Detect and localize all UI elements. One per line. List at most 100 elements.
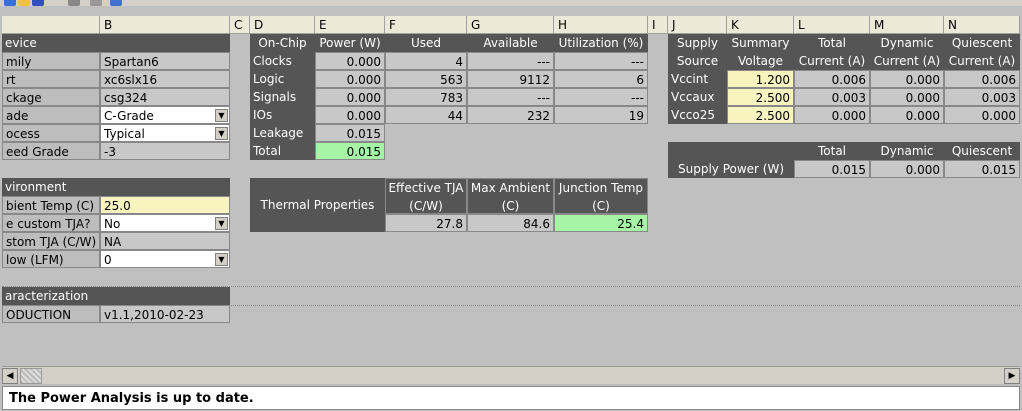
ambient-temp-input[interactable]: 25.0 — [100, 196, 230, 214]
onchip-leakage-label: Leakage — [250, 124, 315, 142]
column-header-f[interactable]: F — [385, 16, 467, 34]
onchip-row-available[interactable]: 232 — [467, 106, 554, 124]
thermal-tja-header-line2: (C/W) — [409, 199, 443, 213]
voltage-subheader: Voltage — [727, 52, 794, 70]
onchip-row-name: Clocks — [250, 52, 315, 70]
onchip-used-header: Used — [385, 34, 467, 52]
onchip-row-power[interactable]: 0.000 — [315, 70, 385, 88]
column-header-e[interactable]: E — [315, 16, 385, 34]
column-header-a[interactable] — [2, 16, 100, 34]
supply-power-total-header: Total — [794, 142, 870, 160]
onchip-leakage-power[interactable]: 0.015 — [315, 124, 385, 142]
supply-dynamic-current[interactable]: 0.000 — [870, 70, 944, 88]
onchip-row-available[interactable]: 9112 — [467, 70, 554, 88]
device-family-label: mily — [2, 52, 100, 70]
chevron-down-icon[interactable]: ▼ — [215, 127, 228, 140]
column-header-j[interactable]: J — [668, 16, 727, 34]
onchip-total-power[interactable]: 0.015 — [315, 142, 385, 160]
column-header-g[interactable]: G — [467, 16, 554, 34]
device-package-label: ckage — [2, 88, 100, 106]
supply-total-current[interactable]: 0.000 — [794, 106, 870, 124]
onchip-row-utilization[interactable]: --- — [554, 88, 648, 106]
onchip-available-header: Available — [467, 34, 554, 52]
column-header-c[interactable]: C — [230, 16, 250, 34]
thermal-junction-temp-value[interactable]: 25.4 — [554, 214, 648, 232]
onchip-row-power[interactable]: 0.000 — [315, 88, 385, 106]
dynamic-header: Dynamic — [870, 34, 944, 52]
process-dropdown[interactable]: Typical ▼ — [100, 124, 230, 142]
supply-voltage-input[interactable]: 2.500 — [727, 106, 794, 124]
device-part-label: rt — [2, 70, 100, 88]
onchip-row-used[interactable]: 44 — [385, 106, 467, 124]
supply-power-total[interactable]: 0.015 — [794, 160, 870, 178]
onchip-row-power[interactable]: 0.000 — [315, 106, 385, 124]
onchip-row-name: Signals — [250, 88, 315, 106]
scroll-left-icon[interactable]: ◀ — [2, 368, 18, 384]
supply-power-dynamic[interactable]: 0.000 — [870, 160, 944, 178]
column-header-k[interactable]: K — [727, 16, 794, 34]
column-header-n[interactable]: N — [944, 16, 1020, 34]
thermal-tja-value[interactable]: 27.8 — [385, 214, 467, 232]
onchip-utilization-header: Utilization (%) — [554, 34, 648, 52]
supply-power-quiescent[interactable]: 0.015 — [944, 160, 1020, 178]
onchip-row-available[interactable]: --- — [467, 52, 554, 70]
characterization-value[interactable]: v1.1,2010-02-23 — [100, 305, 230, 323]
custom-tja-value[interactable]: NA — [100, 232, 230, 250]
chevron-down-icon[interactable]: ▼ — [215, 253, 228, 266]
quiescent-header: Quiescent — [944, 34, 1020, 52]
supply-quiescent-current[interactable]: 0.000 — [944, 106, 1020, 124]
column-header-i[interactable]: I — [648, 16, 668, 34]
onchip-row-utilization[interactable]: --- — [554, 52, 648, 70]
column-header-l[interactable]: L — [794, 16, 870, 34]
device-package-value[interactable]: csg324 — [100, 88, 230, 106]
onchip-row-utilization[interactable]: 19 — [554, 106, 648, 124]
supply-dynamic-current[interactable]: 0.000 — [870, 88, 944, 106]
chevron-down-icon[interactable]: ▼ — [215, 109, 228, 122]
airflow-dropdown[interactable]: 0 ▼ — [100, 250, 230, 268]
horizontal-scrollbar[interactable]: ◀ ▶ — [2, 366, 1020, 384]
supply-voltage-input[interactable]: 1.200 — [727, 70, 794, 88]
supply-total-current[interactable]: 0.003 — [794, 88, 870, 106]
thermal-max-ambient-value[interactable]: 84.6 — [467, 214, 554, 232]
device-part-value[interactable]: xc6slx16 — [100, 70, 230, 88]
column-header-h[interactable]: H — [554, 16, 648, 34]
scroll-right-icon[interactable]: ▶ — [1004, 368, 1020, 384]
supply-power-quiescent-header: Quiescent — [944, 142, 1020, 160]
onchip-row-power[interactable]: 0.000 — [315, 52, 385, 70]
thermal-junction-header-line1: Junction Temp — [558, 181, 644, 195]
scrollbar-thumb[interactable] — [20, 368, 42, 384]
onchip-row-used[interactable]: 563 — [385, 70, 467, 88]
custom-tja-value-label: stom TJA (C/W) — [2, 232, 100, 250]
supply-dynamic-current[interactable]: 0.000 — [870, 106, 944, 124]
column-header-b[interactable]: B — [100, 16, 230, 34]
onchip-row-used[interactable]: 4 — [385, 52, 467, 70]
column-header-d[interactable]: D — [250, 16, 315, 34]
source-subheader: Source — [668, 52, 727, 70]
ambient-temp-label: bient Temp (C) — [2, 196, 100, 214]
process-dropdown-value: Typical — [104, 127, 145, 141]
thermal-junction-header-line2: (C) — [592, 199, 610, 213]
onchip-total-label: Total — [250, 142, 315, 160]
dynamic-current-subheader: Current (A) — [870, 52, 944, 70]
supply-voltage-input[interactable]: 2.500 — [727, 88, 794, 106]
onchip-row-used[interactable]: 783 — [385, 88, 467, 106]
onchip-header: On-Chip — [250, 34, 315, 52]
custom-tja-label: e custom TJA? — [2, 214, 100, 232]
column-header-m[interactable]: M — [870, 16, 944, 34]
supply-power-label: Supply Power (W) — [668, 160, 794, 178]
device-grade-label: ade — [2, 106, 100, 124]
grade-dropdown[interactable]: C-Grade ▼ — [100, 106, 230, 124]
custom-tja-dropdown[interactable]: No ▼ — [100, 214, 230, 232]
thermal-junction-header: Junction Temp (C) — [554, 178, 648, 214]
onchip-row-available[interactable]: --- — [467, 88, 554, 106]
onchip-row-utilization[interactable]: 6 — [554, 70, 648, 88]
device-family-value[interactable]: Spartan6 — [100, 52, 230, 70]
device-speed-grade-value[interactable]: -3 — [100, 142, 230, 160]
supply-quiescent-current[interactable]: 0.003 — [944, 88, 1020, 106]
supply-total-current[interactable]: 0.006 — [794, 70, 870, 88]
characterization-header: aracterization — [2, 287, 230, 305]
airflow-label: low (LFM) — [2, 250, 100, 268]
supply-quiescent-current[interactable]: 0.006 — [944, 70, 1020, 88]
chevron-down-icon[interactable]: ▼ — [215, 217, 228, 230]
thermal-max-ambient-header: Max Ambient (C) — [467, 178, 554, 214]
